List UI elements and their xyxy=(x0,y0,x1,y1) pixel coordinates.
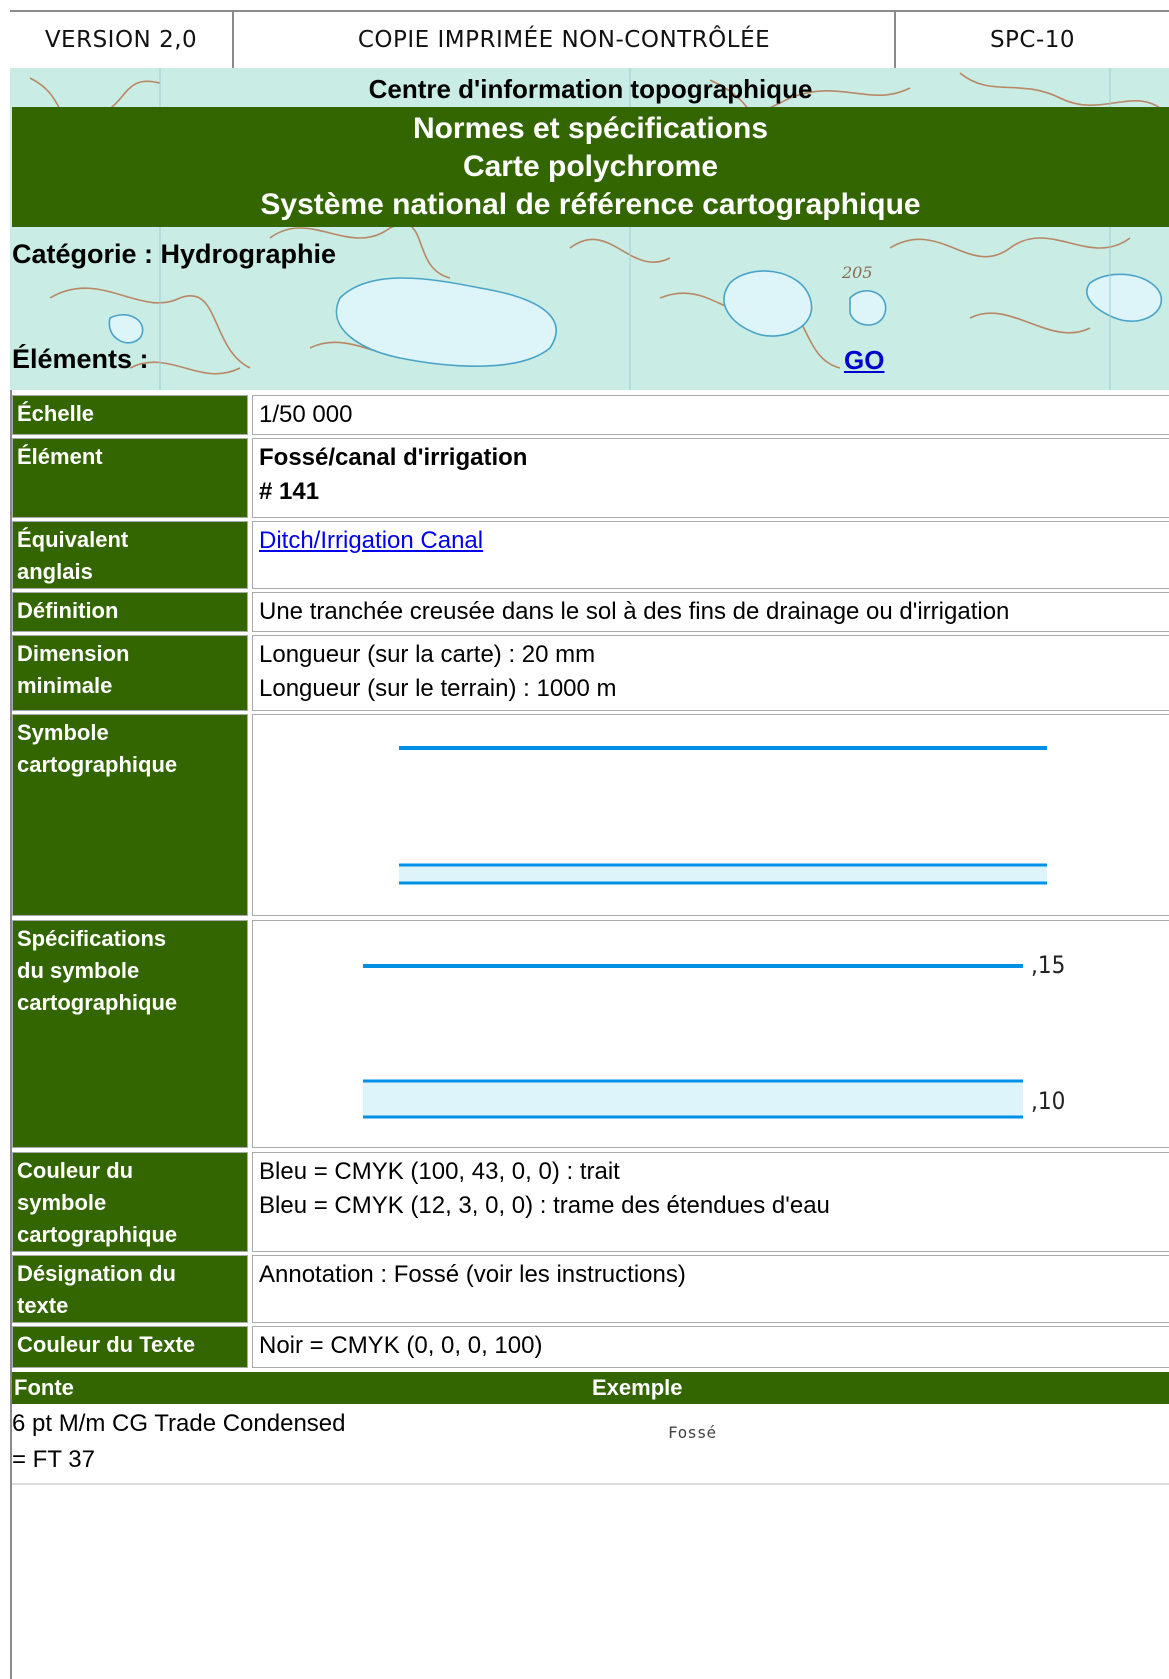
font-column-header: Fonte xyxy=(14,1375,74,1400)
title-line: Système national de référence cartograph… xyxy=(260,188,921,221)
symbol-spec-label-line: cartographique xyxy=(17,990,178,1015)
font-header-band: Fonte Exemple xyxy=(12,1372,1169,1404)
element-name: Fossé/canal d'irrigation xyxy=(259,444,528,471)
spec-row-symbol-color: Couleur du symbole cartographique Bleu =… xyxy=(10,1152,1169,1252)
element-number: # 141 xyxy=(259,478,320,505)
symbol-color-label-line: cartographique xyxy=(17,1222,178,1247)
symbol-spec-label: Spécifications du symbole cartographique xyxy=(12,920,248,1148)
doc-code: SPC-10 xyxy=(989,27,1076,53)
spec-width-ditch: ,15 xyxy=(1031,951,1065,979)
spec-canal-fill xyxy=(363,1081,1023,1117)
symbol-drawing xyxy=(399,746,1047,885)
english-label-line: anglais xyxy=(17,559,93,584)
definition-label: Définition xyxy=(12,592,248,632)
symbol-color-value: Bleu = CMYK (100, 43, 0, 0) : trait Bleu… xyxy=(252,1152,1169,1252)
example-column-header: Exemple xyxy=(592,1375,683,1400)
text-designation-label-line: Désignation du xyxy=(17,1261,176,1286)
symbol-color-line: Bleu = CMYK (100, 43, 0, 0) : trait xyxy=(259,1158,620,1185)
spec-row-definition: Définition Une tranchée creusée dans le … xyxy=(10,592,1169,632)
english-equivalent-link[interactable]: Ditch/Irrigation Canal xyxy=(259,527,483,554)
centre-title: Centre d'information topographique xyxy=(368,74,813,104)
map-elevation-label: 205 xyxy=(841,263,873,282)
symbol-canal-fill xyxy=(399,864,1047,884)
spec-width-canal: ,10 xyxy=(1031,1087,1065,1115)
text-color-label: Couleur du Texte xyxy=(12,1326,248,1368)
english-label-line: Équivalent xyxy=(17,527,129,552)
document-header: VERSION 2,0 COPIE IMPRIMÉE NON-CONTRÔLÉE… xyxy=(10,10,1169,68)
element-value: Fossé/canal d'irrigation # 141 xyxy=(252,438,1169,518)
symbol-color-label: Couleur du symbole cartographique xyxy=(12,1152,248,1252)
text-designation-value: Annotation : Fossé (voir les instruction… xyxy=(252,1255,1169,1323)
symbol-label-line: Symbole xyxy=(17,720,109,745)
min-dimension-label-line: minimale xyxy=(17,673,113,698)
english-value: Ditch/Irrigation Canal xyxy=(252,521,1169,589)
definition-value: Une tranchée creusée dans le sol à des f… xyxy=(252,592,1169,632)
min-dimension-ground: Longueur (sur le terrain) : 1000 m xyxy=(259,675,617,702)
symbol-color-label-line: Couleur du xyxy=(17,1158,134,1183)
min-dimension-map: Longueur (sur la carte) : 20 mm xyxy=(259,641,596,668)
symbol-label: Symbole cartographique xyxy=(12,714,248,916)
go-link[interactable]: GO xyxy=(844,345,884,376)
spec-row-element: Élément Fossé/canal d'irrigation # 141 xyxy=(10,438,1169,518)
title-line: Carte polychrome xyxy=(462,150,719,183)
min-dimension-label: Dimension minimale xyxy=(12,635,248,711)
scale-value: 1/50 000 xyxy=(252,395,1169,435)
symbol-spec-label-line: du symbole xyxy=(17,958,140,983)
title-line: Normes et spécifications xyxy=(412,112,769,145)
min-dimension-value: Longueur (sur la carte) : 20 mm Longueur… xyxy=(252,635,1169,711)
elements-label: Éléments : xyxy=(12,344,149,374)
font-example-text: Fossé xyxy=(668,1423,717,1442)
element-label: Élément xyxy=(12,438,248,518)
spec-row-text-designation: Désignation du texte Annotation : Fossé … xyxy=(10,1255,1169,1323)
spec-row-min-dimension: Dimension minimale Longueur (sur la cart… xyxy=(10,635,1169,711)
english-label: Équivalent anglais xyxy=(12,521,248,589)
symbol-spec-value: ,15 ,10 xyxy=(252,920,1169,1148)
section-divider xyxy=(12,1483,1169,1485)
spec-row-text-color: Couleur du Texte Noir = CMYK (0, 0, 0, 1… xyxy=(10,1326,1169,1368)
symbol-label-line: cartographique xyxy=(17,752,178,777)
spec-row-symbol-spec: Spécifications du symbole cartographique… xyxy=(10,920,1169,1148)
symbol-value xyxy=(252,714,1169,916)
font-description: 6 pt M/m CG Trade Condensed = FT 37 xyxy=(12,1406,346,1478)
category-label: Catégorie : Hydrographie xyxy=(12,239,337,269)
copy-notice: COPIE IMPRIMÉE NON-CONTRÔLÉE xyxy=(357,27,771,53)
spec-row-scale: Échelle 1/50 000 xyxy=(10,395,1169,435)
min-dimension-label-line: Dimension xyxy=(17,641,130,666)
text-designation-label: Désignation du texte xyxy=(12,1255,248,1323)
symbol-spec-label-line: Spécifications xyxy=(17,926,167,951)
version-label: VERSION 2,0 xyxy=(44,27,198,53)
symbol-color-fill: Bleu = CMYK (12, 3, 0, 0) : trame des ét… xyxy=(259,1192,830,1219)
spec-row-english: Équivalent anglais Ditch/Irrigation Cana… xyxy=(10,521,1169,589)
text-color-value: Noir = CMYK (0, 0, 0, 100) xyxy=(252,1326,1169,1368)
text-designation-label-line: texte xyxy=(17,1293,69,1318)
title-band: Normes et spécifications Carte polychrom… xyxy=(12,107,1169,227)
font-name: 6 pt M/m CG Trade Condensed xyxy=(12,1410,346,1437)
spec-row-symbol: Symbole cartographique xyxy=(10,714,1169,916)
symbol-spec-drawing: ,15 ,10 xyxy=(363,951,1065,1119)
font-code: = FT 37 xyxy=(12,1446,95,1473)
symbol-color-label-line: symbole xyxy=(17,1190,107,1215)
scale-label: Échelle xyxy=(12,395,248,435)
